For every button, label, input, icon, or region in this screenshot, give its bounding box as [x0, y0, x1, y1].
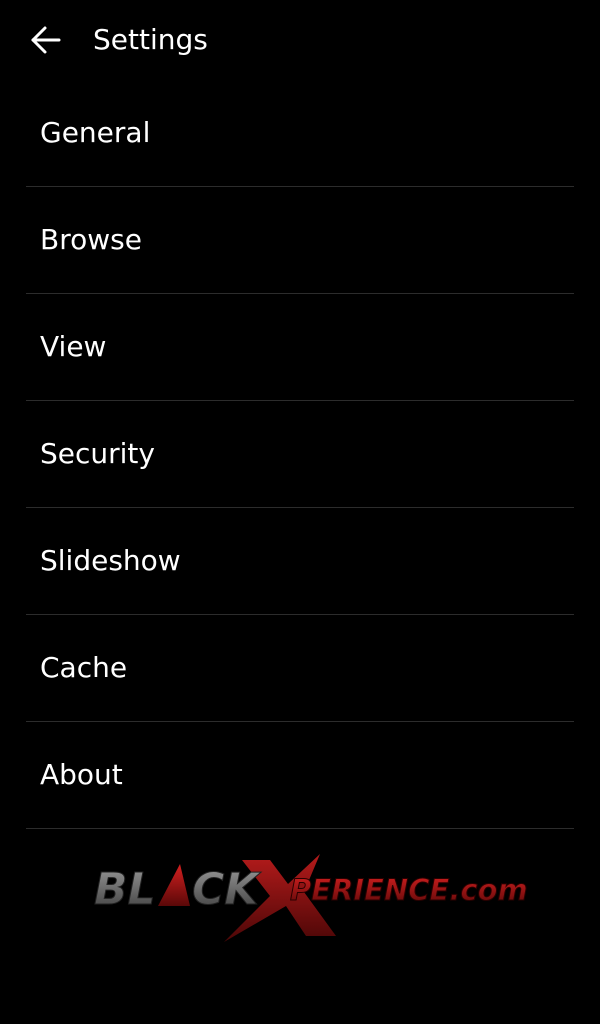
arrow-left-icon [31, 26, 61, 54]
watermark-logo: BL CK PERIENCE.com [92, 848, 528, 948]
svg-text:BL: BL [94, 864, 156, 915]
settings-item-cache[interactable]: Cache [26, 615, 574, 722]
settings-item-label: General [40, 116, 151, 149]
back-button[interactable] [18, 16, 74, 64]
settings-item-slideshow[interactable]: Slideshow [26, 508, 574, 615]
settings-item-general[interactable]: General [26, 80, 574, 187]
settings-item-view[interactable]: View [26, 294, 574, 401]
app-bar: Settings [0, 0, 600, 80]
settings-item-label: Cache [40, 651, 128, 684]
svg-text:CK: CK [192, 864, 261, 915]
settings-item-label: Security [40, 437, 155, 470]
settings-list: General Browse View Security Slideshow C… [26, 80, 574, 829]
settings-item-about[interactable]: About [26, 722, 574, 829]
page-title: Settings [93, 23, 208, 56]
settings-item-label: Slideshow [40, 544, 181, 577]
settings-item-security[interactable]: Security [26, 401, 574, 508]
settings-item-browse[interactable]: Browse [26, 187, 574, 294]
settings-item-label: Browse [40, 223, 142, 256]
watermark-logo-graphic: BL CK PERIENCE.com [94, 854, 528, 942]
settings-item-label: About [40, 758, 123, 791]
svg-text:PERIENCE.com: PERIENCE.com [290, 873, 528, 907]
settings-item-label: View [40, 330, 107, 363]
